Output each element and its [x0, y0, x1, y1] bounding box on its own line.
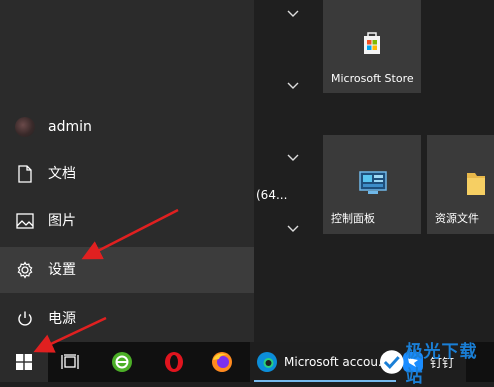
task-view-icon	[61, 354, 79, 369]
start-button[interactable]	[0, 342, 48, 382]
firefox-icon	[212, 352, 232, 372]
opera-icon	[165, 352, 183, 372]
opera-button[interactable]	[156, 342, 192, 382]
control-panel-icon	[359, 171, 387, 194]
documents-label: 文档	[48, 166, 76, 182]
pictures-label: 图片	[48, 213, 76, 229]
power-label: 电源	[48, 311, 76, 327]
firefox-button[interactable]	[204, 342, 240, 382]
file-explorer-tile[interactable]: 资源文件	[427, 135, 494, 234]
settings-item[interactable]: 设置	[0, 247, 254, 293]
partial-app-label: (64...	[256, 188, 288, 202]
folder-icon	[467, 173, 485, 195]
control-panel-tile[interactable]: 控制面板	[323, 135, 421, 234]
task-view-button[interactable]	[52, 342, 88, 382]
app-list-strip: (64...	[254, 0, 318, 342]
browser-360-button[interactable]	[104, 342, 140, 382]
chevron-down-icon[interactable]	[287, 225, 299, 233]
image-icon	[14, 210, 36, 232]
start-menu-rail: admin 文档 图片 设置 电源	[0, 0, 254, 342]
user-account-item[interactable]: admin	[0, 104, 254, 150]
documents-item[interactable]: 文档	[0, 151, 254, 197]
control-panel-label: 控制面板	[331, 212, 375, 225]
document-icon	[14, 163, 36, 185]
edge-window-label: Microsoft accou...	[284, 355, 390, 369]
watermark-text: 极光下载站	[405, 342, 478, 387]
power-item[interactable]: 电源	[0, 296, 254, 342]
chevron-down-icon[interactable]	[287, 82, 299, 90]
chevron-down-icon[interactable]	[287, 154, 299, 162]
edge-icon	[257, 352, 277, 372]
watermark: 极光下载站	[378, 342, 494, 387]
ie-green-icon	[112, 352, 132, 372]
file-explorer-label: 资源文件	[435, 212, 479, 225]
pictures-item[interactable]: 图片	[0, 198, 254, 244]
chevron-down-icon[interactable]	[287, 10, 299, 18]
power-icon	[14, 308, 36, 330]
windows-start-icon	[16, 354, 32, 370]
gear-icon	[14, 259, 36, 281]
store-tile-label: Microsoft Store	[331, 72, 414, 85]
store-bag-icon	[364, 32, 380, 54]
settings-label: 设置	[48, 262, 76, 278]
microsoft-store-tile[interactable]: Microsoft Store	[323, 0, 421, 93]
user-name-label: admin	[48, 119, 92, 135]
watermark-logo-icon	[379, 350, 404, 374]
user-avatar	[14, 116, 36, 138]
